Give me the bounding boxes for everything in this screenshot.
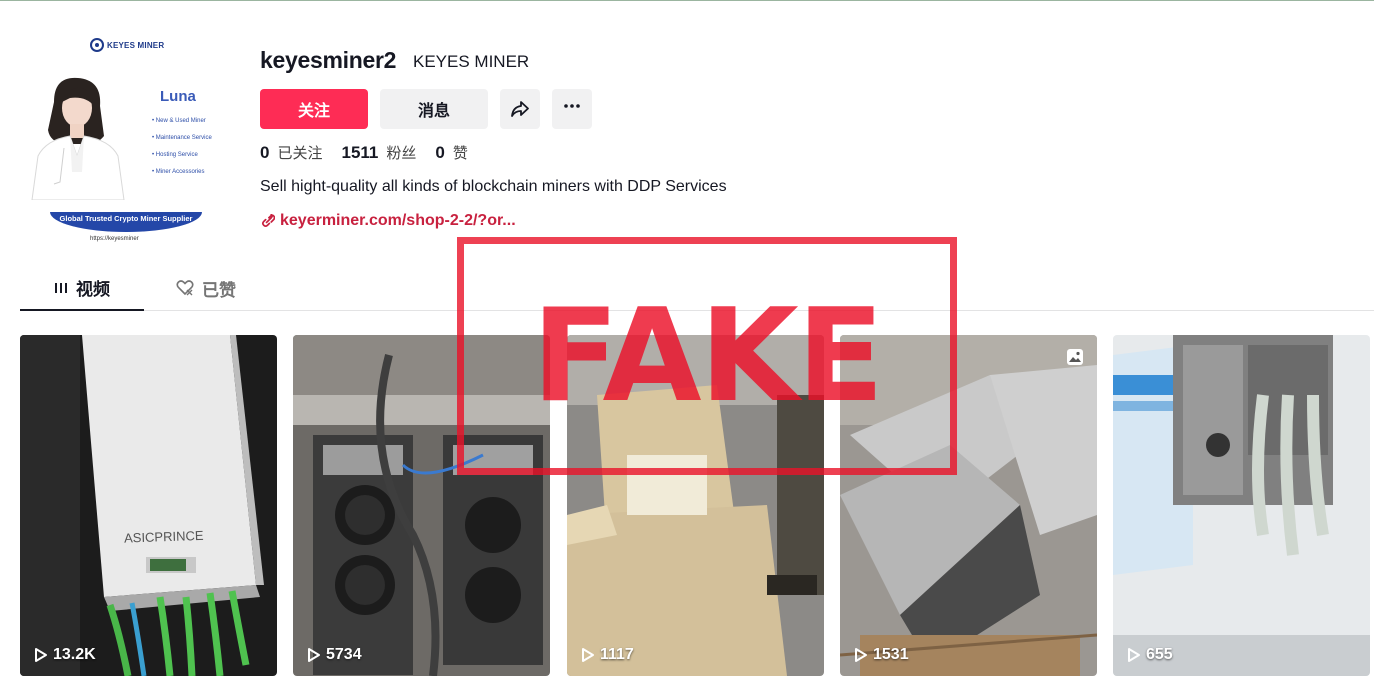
video-brand-label: ASICPRINCE <box>124 528 204 546</box>
more-options-button[interactable] <box>552 89 592 129</box>
play-icon <box>855 648 867 662</box>
link-icon <box>261 213 275 227</box>
video-thumbnail <box>840 335 1097 676</box>
video-thumbnail <box>567 335 824 676</box>
service-item: • Hosting Service <box>152 152 198 158</box>
play-icon <box>35 648 47 662</box>
profile-link-text: keyerminer.com/shop-2-2/?or... <box>280 212 516 229</box>
username: keyesminer2 <box>260 47 397 73</box>
profile-tabs: 视频 已赞 <box>20 266 1374 311</box>
likes-count: 0 赞 <box>435 143 468 162</box>
avatar-url: https://keyesminer <box>90 236 139 242</box>
video-grid: ASICPRINCE 13.2K 5734 1117 1531 655 <box>20 335 1374 676</box>
play-icon <box>1128 648 1140 662</box>
keyes-logo-icon <box>90 38 104 52</box>
following-count[interactable]: 0 已关注 <box>260 142 322 163</box>
avatar-portrait <box>31 77 125 200</box>
more-icon <box>564 104 580 108</box>
video-views: 13.2K <box>34 646 96 664</box>
tab-videos[interactable]: 视频 <box>20 266 144 311</box>
grid-icon <box>55 282 67 293</box>
video-card[interactable]: ASICPRINCE 13.2K <box>20 335 277 676</box>
photo-gallery-icon <box>1067 349 1083 365</box>
avatar-banner: Global Trusted Crypto Miner Supplier <box>50 212 202 232</box>
share-button[interactable] <box>500 89 540 129</box>
video-thumbnail <box>1113 335 1370 676</box>
share-icon <box>511 101 529 117</box>
profile-link[interactable]: keyerminer.com/shop-2-2/?or... <box>260 212 516 230</box>
service-item: • Maintenance Service <box>152 135 212 141</box>
video-views: 1117 <box>581 646 634 664</box>
heart-icon <box>176 280 194 296</box>
profile-avatar[interactable]: KEYES MINER Luna • New & Used Miner • Ma… <box>20 28 240 250</box>
video-views: 1531 <box>854 646 909 664</box>
video-thumbnail: ASICPRINCE <box>20 335 277 676</box>
avatar-logo: KEYES MINER <box>90 38 164 52</box>
profile-stats: 0 已关注 1511 粉丝 0 赞 <box>260 142 487 163</box>
message-button[interactable]: 消息 <box>380 89 488 129</box>
profile-bio: Sell hight-quality all kinds of blockcha… <box>260 178 727 195</box>
followers-count[interactable]: 1511 粉丝 <box>341 142 416 163</box>
nickname: KEYES MINER <box>413 52 530 71</box>
top-divider <box>0 0 1374 1</box>
video-views: 655 <box>1127 646 1173 664</box>
avatar-service-list: • New & Used Miner • Maintenance Service… <box>152 117 212 185</box>
video-card[interactable]: 1117 <box>567 335 824 676</box>
follow-button[interactable]: 关注 <box>260 89 368 129</box>
play-icon <box>582 648 594 662</box>
video-card[interactable]: 5734 <box>293 335 550 676</box>
play-icon <box>308 648 320 662</box>
video-card[interactable]: 655 <box>1113 335 1370 676</box>
video-views: 5734 <box>307 646 362 664</box>
avatar-name: Luna <box>160 88 196 105</box>
service-item: • Miner Accessories <box>152 169 205 175</box>
video-thumbnail <box>293 335 550 676</box>
service-item: • New & Used Miner <box>152 118 206 124</box>
video-card[interactable]: 1531 <box>840 335 1097 676</box>
tab-liked[interactable]: 已赞 <box>176 266 256 310</box>
